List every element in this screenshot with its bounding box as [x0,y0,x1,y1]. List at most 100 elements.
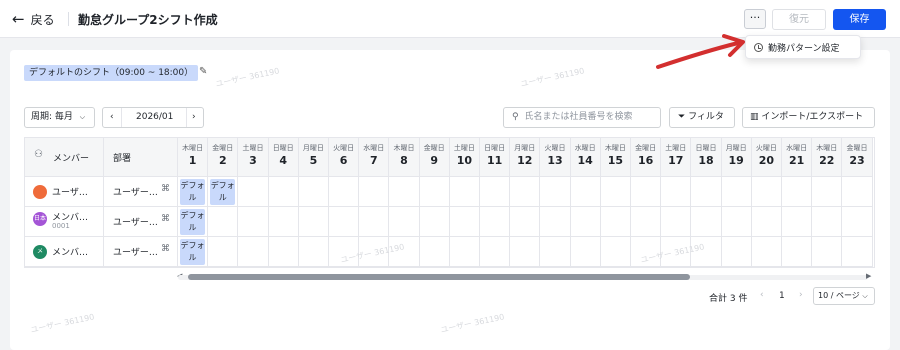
schedule-cell[interactable] [691,177,722,207]
schedule-cell[interactable] [661,207,692,237]
edit-icon[interactable]: ✎ [199,66,207,77]
schedule-cell[interactable] [329,237,360,267]
chevron-right-icon[interactable]: › [192,108,196,127]
schedule-cell[interactable] [721,237,752,267]
current-page[interactable]: 1 [779,291,785,301]
schedule-cell[interactable] [238,177,269,207]
schedule-cell[interactable]: デフォル [178,207,209,237]
schedule-cell[interactable] [389,207,420,237]
schedule-cell[interactable] [600,237,631,267]
schedule-cell[interactable] [480,207,511,237]
schedule-cell[interactable] [359,237,390,267]
schedule-cell[interactable] [631,237,662,267]
schedule-cell[interactable] [268,207,299,237]
schedule-cell[interactable] [661,177,692,207]
schedule-cell[interactable] [208,207,239,237]
search-input[interactable]: ⚲ 氏名または社員番号を検索 [503,107,661,128]
schedule-cell[interactable] [540,207,571,237]
shift-chip[interactable]: デフォル [180,239,205,265]
schedule-cell[interactable] [812,207,843,237]
schedule-cell[interactable]: デフォル [178,177,209,207]
schedule-cell[interactable] [751,177,782,207]
schedule-cell[interactable] [298,237,329,267]
schedule-cell[interactable] [419,177,450,207]
horizontal-scrollbar-thumb[interactable] [188,274,690,280]
save-button[interactable]: 保存 [833,9,886,30]
schedule-cell[interactable] [631,177,662,207]
schedule-cell[interactable] [389,177,420,207]
restore-button[interactable]: 復元 [772,9,826,30]
shift-chip[interactable]: デフォル [180,179,205,205]
schedule-cell[interactable] [449,177,480,207]
schedule-cell[interactable] [540,237,571,267]
menu-item-work-pattern[interactable]: 勤務パターン設定 [768,41,840,54]
prev-page-icon[interactable]: ‹ [760,290,764,300]
schedule-cell[interactable] [329,207,360,237]
schedule-cell[interactable] [842,237,873,267]
schedule-cell[interactable] [570,207,601,237]
schedule-cell[interactable] [208,237,239,267]
schedule-cell[interactable] [721,177,752,207]
schedule-cell[interactable] [570,237,601,267]
schedule-cell[interactable] [359,177,390,207]
schedule-cell[interactable]: デフォル [178,237,209,267]
schedule-cell[interactable] [449,207,480,237]
shift-chip[interactable]: デフォル [180,209,205,235]
schedule-cell[interactable] [268,177,299,207]
schedule-cell[interactable] [480,237,511,267]
more-button[interactable]: ··· [744,9,766,29]
shift-chip[interactable]: デフォル [210,179,236,205]
period-select[interactable]: 周期: 毎月 ⌵ [24,107,95,128]
schedule-cell[interactable] [449,237,480,267]
schedule-cell[interactable] [751,237,782,267]
member-cell[interactable]: メメンバ… [25,237,104,267]
schedule-cell[interactable] [782,207,813,237]
next-page-icon[interactable]: › [799,290,803,300]
schedule-cell[interactable] [298,177,329,207]
back-button[interactable]: ← 戻る [12,10,55,28]
dept-cell[interactable]: ユーザー… ⌘ [104,237,178,267]
month-picker[interactable]: ‹ 2026/01 › [102,107,204,128]
org-chart-icon[interactable]: ⌘ [161,184,170,194]
schedule-cell[interactable] [480,177,511,207]
schedule-cell[interactable] [389,237,420,267]
org-chart-icon[interactable]: ⌘ [161,214,170,224]
member-cell[interactable]: ユーザ… [25,177,104,207]
schedule-cell[interactable] [691,207,722,237]
schedule-cell[interactable] [751,207,782,237]
schedule-cell[interactable] [600,177,631,207]
schedule-cell[interactable] [782,237,813,267]
schedule-cell[interactable] [359,207,390,237]
default-shift-badge[interactable]: デフォルトのシフト（09:00 ~ 18:00） [24,65,199,81]
import-export-button[interactable]: ▥ インポート/エクスポート [742,107,875,128]
page-size-select[interactable]: 10 / ページ ⌵ [813,287,875,305]
org-chart-icon[interactable]: ⌘ [161,244,170,254]
schedule-cell[interactable] [238,237,269,267]
schedule-cell[interactable] [540,177,571,207]
schedule-cell[interactable] [782,177,813,207]
schedule-cell[interactable] [268,237,299,267]
schedule-cell[interactable] [721,207,752,237]
chevron-left-icon[interactable]: ‹ [110,108,114,127]
schedule-cell[interactable] [510,237,541,267]
schedule-cell[interactable] [510,207,541,237]
schedule-cell[interactable] [600,207,631,237]
schedule-cell[interactable] [631,207,662,237]
schedule-cell[interactable] [510,177,541,207]
schedule-cell[interactable] [661,237,692,267]
schedule-cell[interactable] [238,207,269,237]
schedule-cell[interactable] [570,177,601,207]
member-cell[interactable]: 日本 メンバ… 0001 [25,207,104,237]
schedule-cell[interactable] [298,207,329,237]
dept-cell[interactable]: ユーザー… ⌘ [104,177,178,207]
schedule-cell[interactable] [419,237,450,267]
schedule-cell[interactable] [812,177,843,207]
schedule-cell[interactable] [691,237,722,267]
schedule-cell[interactable] [812,237,843,267]
dept-cell[interactable]: ユーザー… ⌘ [104,207,178,237]
schedule-cell[interactable]: デフォル [208,177,239,207]
schedule-cell[interactable] [842,207,873,237]
schedule-cell[interactable] [329,177,360,207]
filter-button[interactable]: ⏷ フィルタ [669,107,735,128]
schedule-cell[interactable] [842,177,873,207]
